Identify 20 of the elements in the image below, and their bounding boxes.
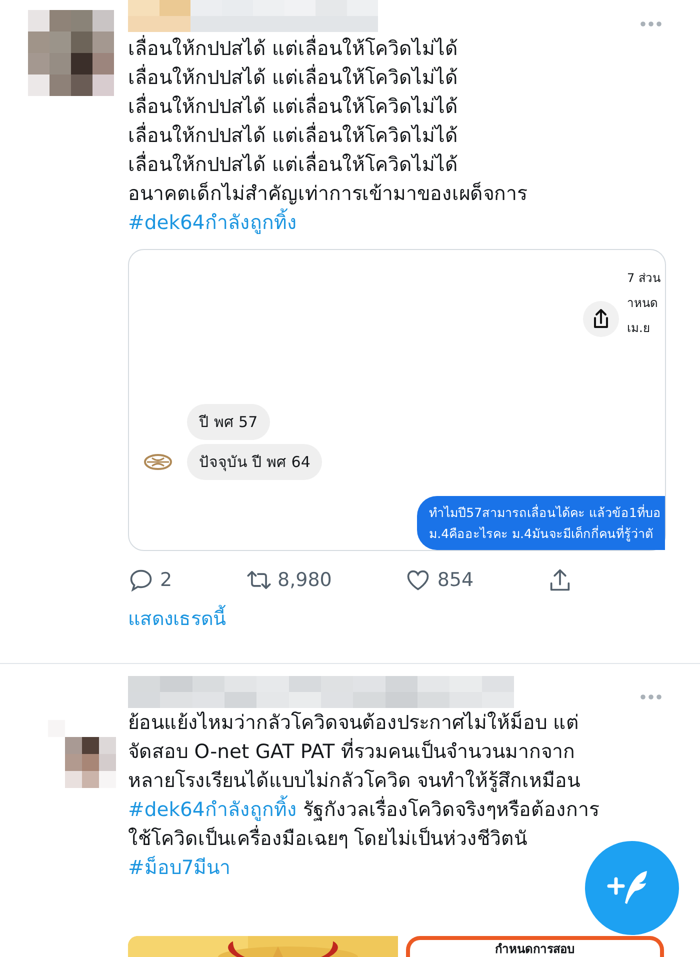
cut-off-text: 7 ส่วน: [627, 270, 662, 287]
tweet-text: ย้อนแย้งไหมว่ากลัวโควิดจนต้องประกาศไม่ให้ม็อบ แต่ จัดสอบ O-net GAT PAT ที่รวมคนเป็นจำนวนมากจาก หลายโรงเรียนได้แบบไม่กลัวโควิด จนทำให้รู้สึกเหมือน #dek64กำลังถูกทิ้ง รัฐกังวลเรื่องโควิดจริงๆหรือต้องการ ใช้โควิดเป็นเครื่องมือเฉยๆ โดยไม่เป็นห่วงชีวิตนั #ม็อบ7มีนา: [128, 710, 600, 881]
cut-off-text: าหนด: [627, 295, 659, 312]
hashtag-link[interactable]: #ม็อบ7มีนา: [128, 856, 231, 879]
sent-message: ทำไมปี57สามารถเลื่อนได้คะ แล้วข้อ1ที่บอ ม.4คืออะไรคะ ม.4มันจะมีเด็กกี่คนที่รู้ว่าตั: [417, 496, 665, 550]
compose-button[interactable]: [585, 841, 679, 935]
schedule-document[interactable]: กำหนดการสอบ: [406, 936, 664, 957]
reply-button[interactable]: 2: [128, 567, 172, 593]
logo-icon: [143, 452, 173, 472]
reply-icon: [128, 567, 154, 593]
cut-off-text: เม.ย: [627, 320, 651, 337]
tweet-text: เลื่อนให้กปปสได้ แต่เลื่อนให้โควิดไม่ได้ เลื่อนให้กปปสได้ แต่เลื่อนให้โควิดไม่ได้ เลื่อนให้กปปสได้ แต่เลื่อนให้โควิดไม่ได้ เลื่อนให้กปปสได้ แต่เลื่อนให้โควิดไม่ได้ เลื่อนให้กปปสได้ แต่เลื่อนให้โควิดไม่ได้ อนาคตเด็กไม่สำคัญเท่าการเข้ามาของเผด็จการ #dek64กำลังถูกทิ้ง: [128, 34, 528, 236]
document-title: กำหนดการสอบ: [495, 942, 575, 957]
received-message: ปี พศ 57: [187, 404, 270, 440]
share-icon[interactable]: [583, 301, 619, 337]
received-message: ปัจจุบัน ปี พศ 64: [187, 444, 322, 480]
chat-screenshot-card[interactable]: 7 ส่วน าหนด เม.ย ปี พศ 57 ปัจจุบัน ปี พศ 64 ทำไมปี57สามารถเลื่อนได้คะ แล้วข้อ1ที่บอ ม.4คืออะไรคะ ม.4มันจะมีเด็กกี่คนที่รู้ว่าตั: [128, 249, 666, 551]
like-button[interactable]: 854: [405, 567, 474, 593]
retweet-button[interactable]: 8,980: [246, 567, 332, 593]
show-thread-link[interactable]: แสดงเธรดนี้: [128, 603, 226, 633]
